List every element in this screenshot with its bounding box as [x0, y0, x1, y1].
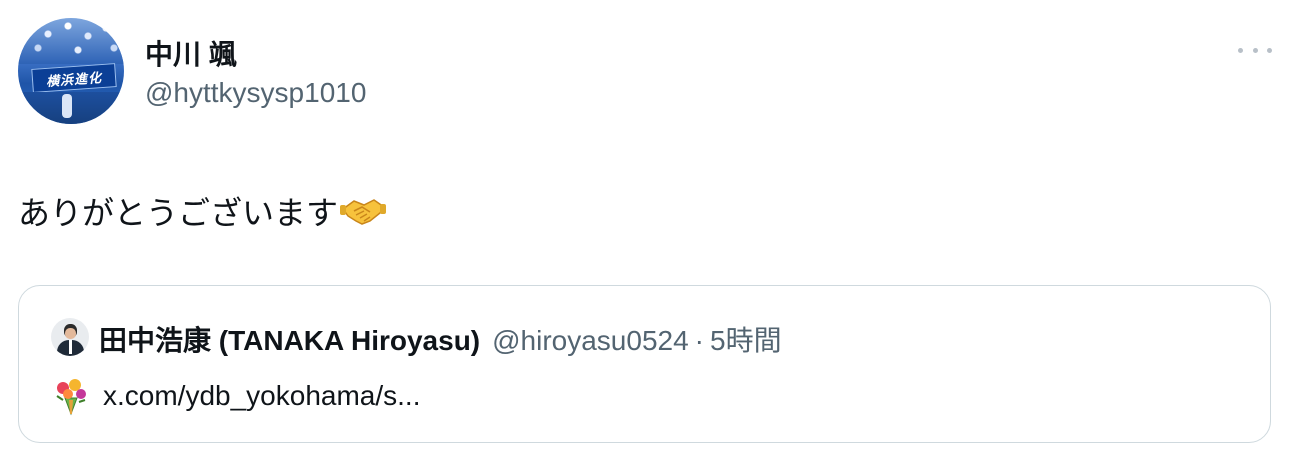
quoted-author-avatar[interactable] [51, 318, 89, 356]
more-dot [1238, 47, 1243, 53]
avatar-shirt [69, 340, 72, 354]
author-handle[interactable]: @hyttkysysp1010 [145, 77, 366, 109]
handshake-emoji-icon [340, 199, 387, 225]
separator-dot: · [694, 325, 704, 356]
avatar-face [65, 328, 76, 339]
tweet-text: ありがとうございます [18, 188, 387, 234]
tweet-text-content: ありがとうございます [18, 195, 339, 231]
quoted-author-handle[interactable]: @hiroyasu0524 [492, 325, 689, 357]
quoted-tweet-link[interactable]: x.com/ydb_yokohama/s... [103, 380, 420, 412]
avatar-crowd-image [18, 18, 124, 64]
bouquet-emoji-icon [56, 379, 86, 416]
quoted-tweet-header: 田中浩康 (TANAKA Hiroyasu) @hiroyasu0524 · 5… [99, 319, 782, 359]
more-dot [1252, 47, 1258, 53]
more-dot [1267, 47, 1272, 53]
more-options-icon[interactable] [1238, 40, 1272, 60]
quoted-author-display-name[interactable]: 田中浩康 (TANAKA Hiroyasu) [99, 319, 480, 359]
quoted-tweet-body: x.com/ydb_yokohama/s... [51, 376, 420, 416]
author-avatar[interactable]: 横浜進化 [18, 18, 124, 124]
quoted-tweet-time[interactable]: 5時間 [710, 319, 782, 359]
author-display-name[interactable]: 中川 颯 [145, 33, 237, 73]
avatar-banner: 横浜進化 [31, 63, 117, 93]
quoted-tweet-card[interactable]: 田中浩康 (TANAKA Hiroyasu) @hiroyasu0524 · 5… [18, 285, 1271, 443]
avatar-lower-image [18, 92, 124, 124]
